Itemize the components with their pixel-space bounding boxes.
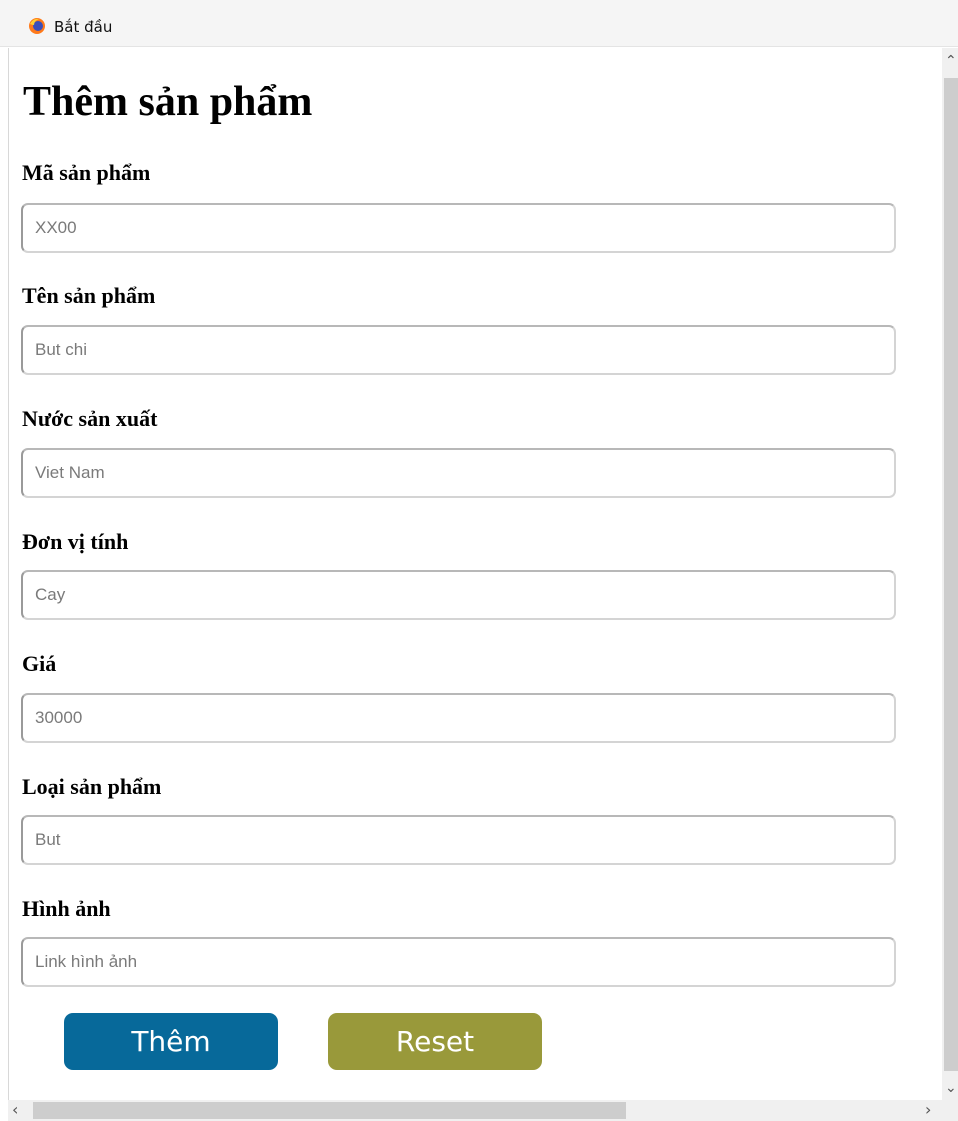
vertical-scroll-thumb[interactable] [944,78,958,1071]
add-button[interactable]: Thêm [64,1013,278,1070]
origin-country-label: Nước sản xuất [22,406,158,431]
image-input[interactable] [21,937,896,987]
vertical-scrollbar[interactable]: ⌃ ⌄ [942,48,958,1100]
product-name-input[interactable] [21,325,896,375]
browser-icon [29,18,45,34]
horizontal-scroll-thumb[interactable] [33,1102,626,1119]
product-code-input[interactable] [21,203,896,253]
scrollbar-corner [942,1100,958,1121]
category-label: Loại sản phẩm [22,774,162,799]
page-viewport: Thêm sản phẩm Mã sản phẩm Tên sản phẩm N… [8,48,942,1100]
price-input[interactable] [21,693,896,743]
category-input[interactable] [21,815,896,865]
scroll-right-icon[interactable]: › [925,1102,931,1118]
window-title: Bắt đầu [54,18,113,36]
page-title: Thêm sản phẩm [23,79,313,125]
scroll-left-icon[interactable]: ‹ [12,1102,18,1118]
unit-input[interactable] [21,570,896,620]
reset-button[interactable]: Reset [328,1013,542,1070]
scroll-up-icon[interactable]: ⌃ [945,54,957,68]
unit-label: Đơn vị tính [22,529,129,554]
window-titlebar: Bắt đầu [0,0,958,47]
scroll-down-icon[interactable]: ⌄ [945,1081,957,1095]
product-name-label: Tên sản phẩm [22,283,156,308]
image-label: Hình ảnh [22,896,111,921]
origin-country-input[interactable] [21,448,896,498]
price-label: Giá [22,651,57,676]
product-code-label: Mã sản phẩm [22,160,151,185]
horizontal-scrollbar[interactable]: ‹ › [8,1100,942,1121]
